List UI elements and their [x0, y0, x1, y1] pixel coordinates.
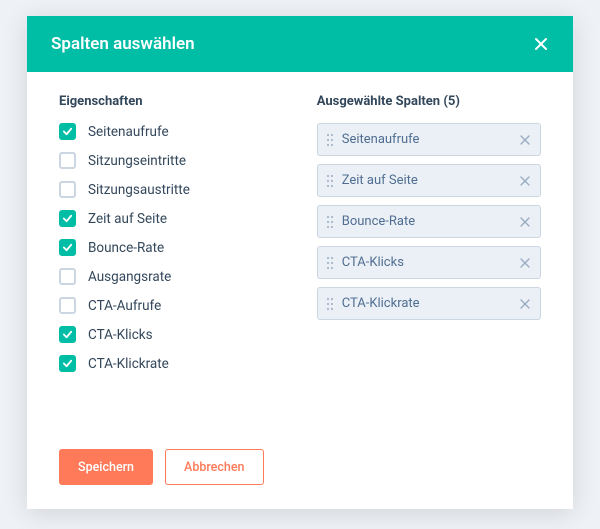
checkbox-checked-icon[interactable] — [59, 355, 76, 372]
selected-item-label: Bounce-Rate — [342, 214, 512, 229]
property-item[interactable]: CTA-Klicks — [59, 326, 281, 343]
properties-title: Eigenschaften — [59, 94, 281, 109]
properties-list: Seitenaufrufe Sitzungseintritte Sitzungsau… — [59, 123, 281, 372]
selected-item-label: Zeit auf Seite — [342, 173, 512, 188]
remove-icon[interactable] — [520, 217, 530, 227]
property-item[interactable]: Seitenaufrufe — [59, 123, 281, 140]
property-label: Sitzungseintritte — [88, 153, 186, 169]
property-label: Ausgangsrate — [88, 269, 171, 285]
property-label: Zeit auf Seite — [88, 211, 167, 227]
modal-title: Spalten auswählen — [51, 34, 195, 54]
remove-icon[interactable] — [520, 176, 530, 186]
drag-handle-icon[interactable] — [326, 133, 334, 147]
column-picker-modal: Spalten auswählen Eigenschaften Seitenau… — [27, 16, 573, 509]
checkbox-checked-icon[interactable] — [59, 123, 76, 140]
drag-handle-icon[interactable] — [326, 215, 334, 229]
cancel-button[interactable]: Abbrechen — [165, 449, 263, 485]
remove-icon[interactable] — [520, 299, 530, 309]
modal-footer: Speichern Abbrechen — [27, 435, 573, 509]
property-label: Seitenaufrufe — [88, 124, 169, 140]
selected-title: Ausgewählte Spalten (5) — [317, 94, 541, 109]
checkbox-checked-icon[interactable] — [59, 326, 76, 343]
modal-body: Eigenschaften Seitenaufrufe Sitzungseintr… — [27, 72, 573, 435]
checkbox-unchecked-icon[interactable] — [59, 152, 76, 169]
selected-item[interactable]: Seitenaufrufe — [317, 123, 541, 156]
property-item[interactable]: CTA-Aufrufe — [59, 297, 281, 314]
property-item[interactable]: Ausgangsrate — [59, 268, 281, 285]
property-label: CTA-Klickrate — [88, 356, 169, 372]
checkbox-checked-icon[interactable] — [59, 210, 76, 227]
drag-handle-icon[interactable] — [326, 174, 334, 188]
property-item[interactable]: Zeit auf Seite — [59, 210, 281, 227]
checkbox-unchecked-icon[interactable] — [59, 181, 76, 198]
selected-item[interactable]: Bounce-Rate — [317, 205, 541, 238]
selected-item-label: CTA-Klickrate — [342, 296, 512, 311]
remove-icon[interactable] — [520, 135, 530, 145]
drag-handle-icon[interactable] — [326, 297, 334, 311]
selected-item[interactable]: Zeit auf Seite — [317, 164, 541, 197]
property-item[interactable]: Sitzungseintritte — [59, 152, 281, 169]
selected-item[interactable]: CTA-Klickrate — [317, 287, 541, 320]
modal-header: Spalten auswählen — [27, 16, 573, 72]
selected-list: Seitenaufrufe Zeit auf Seite Bounce-Rate CT… — [317, 123, 541, 320]
property-item[interactable]: CTA-Klickrate — [59, 355, 281, 372]
checkbox-unchecked-icon[interactable] — [59, 268, 76, 285]
property-label: Sitzungsaustritte — [88, 182, 190, 198]
property-label: CTA-Aufrufe — [88, 298, 161, 314]
selected-column: Ausgewählte Spalten (5) Seitenaufrufe Zei… — [317, 94, 541, 427]
property-label: CTA-Klicks — [88, 327, 153, 343]
save-button[interactable]: Speichern — [59, 449, 153, 485]
property-item[interactable]: Sitzungsaustritte — [59, 181, 281, 198]
drag-handle-icon[interactable] — [326, 256, 334, 270]
properties-column: Eigenschaften Seitenaufrufe Sitzungseintr… — [59, 94, 281, 427]
selected-item-label: CTA-Klicks — [342, 255, 512, 270]
property-item[interactable]: Bounce-Rate — [59, 239, 281, 256]
remove-icon[interactable] — [520, 258, 530, 268]
checkbox-unchecked-icon[interactable] — [59, 297, 76, 314]
checkbox-checked-icon[interactable] — [59, 239, 76, 256]
selected-item[interactable]: CTA-Klicks — [317, 246, 541, 279]
property-label: Bounce-Rate — [88, 240, 164, 256]
close-icon[interactable] — [533, 36, 549, 52]
selected-item-label: Seitenaufrufe — [342, 132, 512, 147]
